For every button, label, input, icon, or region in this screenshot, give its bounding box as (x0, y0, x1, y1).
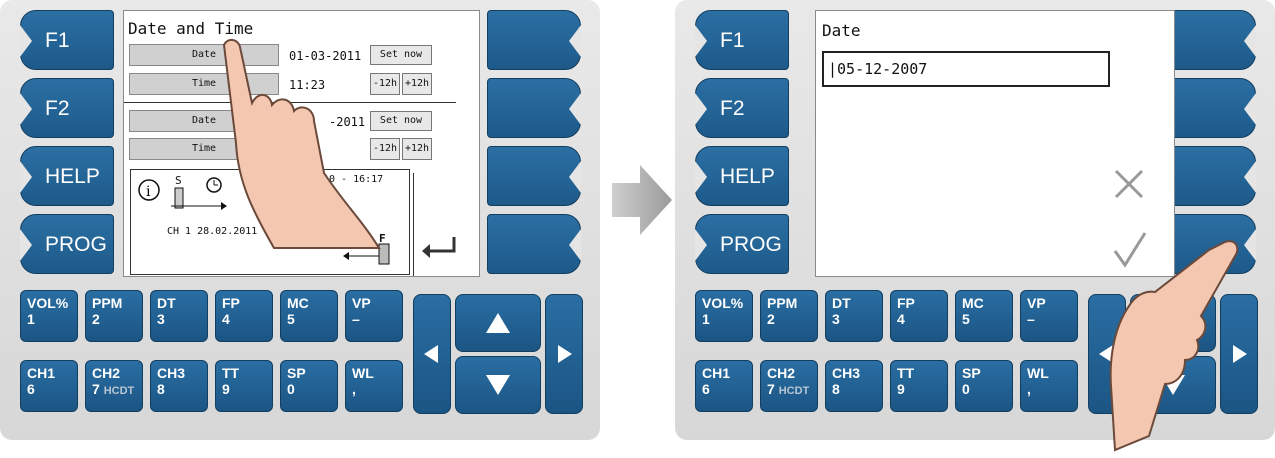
plus-12h-button[interactable]: +12h (402, 73, 432, 95)
softkey-r3-right-panel[interactable] (1162, 146, 1256, 206)
softkey-prog-right-panel[interactable]: PROG (695, 214, 789, 274)
key-ch1[interactable]: CH1 6 (695, 360, 753, 412)
key-ch2[interactable]: CH2 7 HCDT (85, 360, 143, 412)
key-wl[interactable]: WL, (1020, 360, 1078, 412)
key-fp[interactable]: FP 4 (215, 290, 273, 342)
softkey-f2[interactable]: F2 (20, 78, 114, 138)
key-wl[interactable]: WL, (345, 360, 403, 412)
key-sp[interactable]: SP 0 (955, 360, 1013, 412)
key-sp[interactable]: SP 0 (280, 360, 338, 412)
key-vp[interactable]: VP – (1020, 290, 1078, 342)
date-input[interactable]: |05-12-2007 (822, 51, 1110, 87)
transition-arrow-icon (612, 165, 672, 235)
up-arrow-icon (486, 313, 510, 333)
key-ppm[interactable]: PPM 2 (85, 290, 143, 342)
key-mc[interactable]: MC 5 (955, 290, 1013, 342)
key-ppm[interactable]: PPM 2 (760, 290, 818, 342)
svg-text:i: i (146, 184, 151, 200)
softkey-right-1[interactable] (487, 10, 581, 70)
softkey-f2-right-panel[interactable]: F2 (695, 78, 789, 138)
plus-12h-button-2[interactable]: +12h (402, 138, 432, 160)
key-ch1[interactable]: CH1 6 (20, 360, 78, 412)
left-arrow-button[interactable] (413, 294, 451, 414)
info-icon: i (138, 179, 160, 201)
screen-title-date: Date (822, 21, 861, 40)
softkey-r1-right-panel[interactable] (1162, 10, 1256, 70)
key-dt[interactable]: DT 3 (825, 290, 883, 342)
key-vp[interactable]: VP – (345, 290, 403, 342)
down-arrow-button[interactable] (455, 356, 541, 414)
key-mc[interactable]: MC 5 (280, 290, 338, 342)
softkey-right-4[interactable] (487, 214, 581, 274)
left-arrow-icon (424, 345, 438, 363)
softkey-f1[interactable]: F1 (20, 10, 114, 70)
pointing-hand-icon (1109, 240, 1239, 452)
keypad: VOL% 1 PPM 2 DT 3 FP 4 MC 5 VP – CH1 6 CH2 7 HCD… (0, 290, 600, 430)
pointing-hand-icon (222, 39, 381, 249)
right-arrow-button[interactable] (545, 294, 583, 414)
cancel-x-icon[interactable] (1112, 167, 1146, 201)
key-vol[interactable]: VOL% 1 (20, 290, 78, 342)
key-vol[interactable]: VOL% 1 (695, 290, 753, 342)
device-panel-left: F1 F2 HELP PROG Date and Time Date 01-03… (0, 0, 600, 440)
key-tt[interactable]: TT 9 (215, 360, 273, 412)
key-dt[interactable]: DT 3 (150, 290, 208, 342)
up-arrow-button[interactable] (455, 294, 541, 352)
key-fp[interactable]: FP 4 (890, 290, 948, 342)
display-screen: Date and Time Date 01-03-2011 Set now Ti… (123, 10, 480, 277)
softkey-r2-right-panel[interactable] (1162, 78, 1256, 138)
softkey-prog[interactable]: PROG (20, 214, 114, 274)
return-arrow-icon[interactable] (420, 231, 460, 261)
softkey-right-3[interactable] (487, 146, 581, 206)
key-ch3[interactable]: CH3 8 (150, 360, 208, 412)
key-tt[interactable]: TT 9 (890, 360, 948, 412)
softkey-right-2[interactable] (487, 78, 581, 138)
softkey-help-right-panel[interactable]: HELP (695, 146, 789, 206)
key-ch3[interactable]: CH3 8 (825, 360, 883, 412)
device-panel-right: F1 F2 HELP PROG Date |05-12-2007 VOL% 1 P… (675, 0, 1275, 452)
caret: | (828, 60, 838, 78)
down-arrow-icon (486, 375, 510, 395)
softkey-help[interactable]: HELP (20, 146, 114, 206)
softkey-f1-right-panel[interactable]: F1 (695, 10, 789, 70)
right-arrow-icon (558, 345, 572, 363)
key-ch2[interactable]: CH2 7 HCDT (760, 360, 818, 412)
